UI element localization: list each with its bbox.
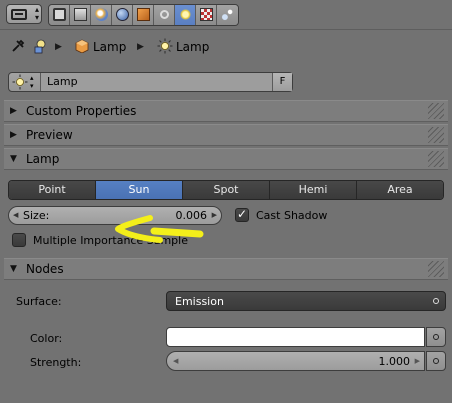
panel-drag-handle[interactable] (428, 103, 444, 119)
size-value: 0.006 (175, 209, 208, 222)
color-label: Color: (30, 332, 63, 345)
node-socket-icon (433, 298, 439, 304)
color-socket-button[interactable] (426, 327, 446, 347)
multiple-importance-label: Multiple Importance Sample (33, 234, 188, 247)
lamp-type-spot[interactable]: Spot (183, 181, 270, 199)
render-icon[interactable] (49, 5, 70, 25)
fake-user-button[interactable]: F (272, 73, 292, 91)
particles-icon[interactable] (217, 5, 238, 25)
decrement-arrow-icon[interactable]: ◀ (13, 211, 18, 219)
surface-label: Surface: (16, 295, 62, 308)
panel-drag-handle[interactable] (428, 151, 444, 167)
checkmark-icon: ✓ (237, 207, 248, 221)
datablock-browse-button[interactable]: ▴ ▾ (9, 73, 41, 91)
world-icon[interactable] (112, 5, 133, 25)
panel-preview[interactable]: ▶ Preview (4, 124, 448, 146)
cast-shadow-label: Cast Shadow (256, 209, 328, 222)
texture-icon[interactable] (196, 5, 217, 25)
panel-drag-handle[interactable] (428, 127, 444, 143)
surface-shader-menu[interactable]: Emission (166, 291, 446, 311)
breadcrumb-chevron-icon: ▶ (137, 42, 144, 52)
panel-nodes[interactable]: ▼ Nodes (4, 258, 448, 280)
panel-title: Custom Properties (26, 104, 137, 118)
multiple-importance-checkbox[interactable] (12, 233, 26, 247)
lamp-type-hemi[interactable]: Hemi (270, 181, 357, 199)
size-slider[interactable]: ◀ Size: 0.006 ▶ (8, 206, 222, 225)
strength-label: Strength: (30, 356, 82, 369)
lamp-type-sun[interactable]: Sun (96, 181, 183, 199)
constraints-icon[interactable] (154, 5, 175, 25)
datablock-name-field[interactable]: Lamp (41, 73, 281, 91)
collapsed-arrow-icon: ▶ (10, 106, 17, 116)
context-tabs (48, 4, 239, 26)
panel-title: Lamp (26, 152, 60, 166)
panel-custom-properties[interactable]: ▶ Custom Properties (4, 100, 448, 122)
lamp-icon (157, 38, 173, 57)
node-socket-icon (433, 334, 439, 340)
properties-editor-icon (11, 9, 27, 20)
node-socket-icon (433, 358, 439, 364)
panel-title: Preview (26, 128, 73, 142)
expanded-arrow-icon: ▼ (10, 154, 17, 164)
size-label: Size: (23, 209, 50, 222)
scene-icon[interactable] (91, 5, 112, 25)
lamp-datablock-selector: ▴ ▾ Lamp F (8, 72, 293, 92)
lamp-type-point[interactable]: Point (9, 181, 96, 199)
chevron-updown-icon: ▴ ▾ (30, 74, 34, 90)
object-icon[interactable] (133, 5, 154, 25)
breadcrumb-object: Lamp (93, 40, 127, 54)
collapsed-arrow-icon: ▶ (10, 130, 17, 140)
strength-socket-button[interactable] (426, 351, 446, 371)
lamp-type-selector: Point Sun Spot Hemi Area (8, 180, 444, 200)
render-layers-icon[interactable] (70, 5, 91, 25)
color-swatch[interactable] (166, 327, 425, 347)
pin-icon[interactable] (10, 38, 26, 57)
strength-slider[interactable]: ◀ 1.000 ▶ (166, 351, 425, 371)
breadcrumb-lamp: Lamp (176, 40, 210, 54)
strength-value: 1.000 (378, 355, 411, 368)
breadcrumb-chevron-icon: ▶ (55, 42, 62, 52)
lamp-icon (12, 74, 28, 90)
panel-drag-handle[interactable] (428, 261, 444, 277)
surface-value: Emission (175, 295, 224, 308)
panel-lamp[interactable]: ▼ Lamp (4, 148, 448, 170)
lamp-type-area[interactable]: Area (357, 181, 443, 199)
object-cube-icon (75, 39, 89, 56)
decrement-arrow-icon[interactable]: ◀ (173, 357, 178, 365)
increment-arrow-icon[interactable]: ▶ (212, 211, 217, 219)
cast-shadow-checkbox[interactable]: ✓ (235, 207, 249, 222)
increment-arrow-icon[interactable]: ▶ (415, 357, 420, 365)
expanded-arrow-icon: ▼ (10, 264, 17, 274)
world-data-icon (32, 37, 50, 58)
panel-title: Nodes (26, 262, 64, 276)
chevron-updown-icon: ▴ ▾ (34, 5, 39, 22)
lamp-data-icon[interactable] (175, 5, 196, 25)
editor-type-button[interactable]: ▴ ▾ (6, 4, 42, 24)
